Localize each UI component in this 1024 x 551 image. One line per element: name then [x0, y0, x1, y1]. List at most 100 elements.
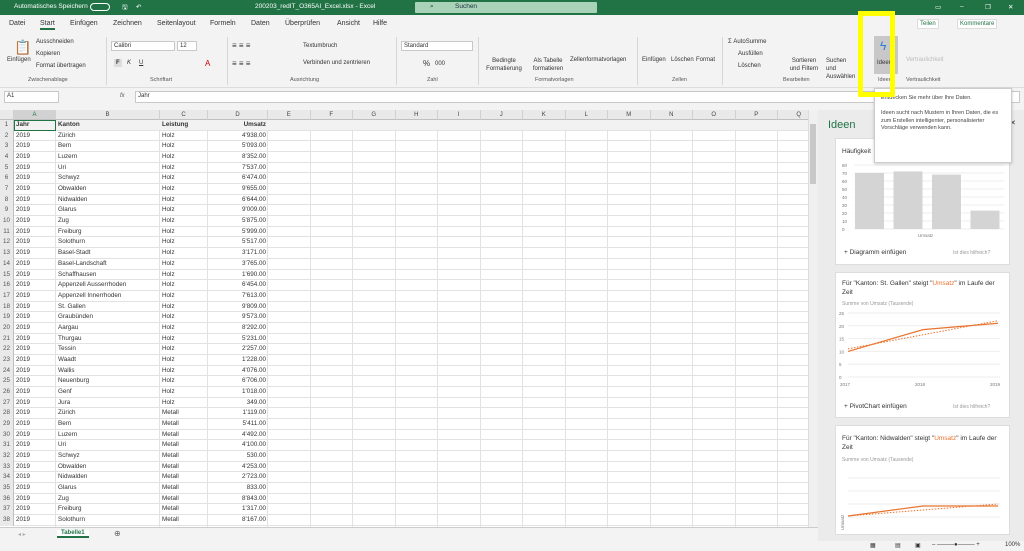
cell[interactable]: Freiburg: [58, 504, 158, 514]
column-header[interactable]: F: [310, 110, 353, 120]
column-header[interactable]: C: [160, 110, 208, 120]
cell[interactable]: Holz: [162, 248, 206, 258]
row-header[interactable]: 10: [0, 216, 14, 227]
cell[interactable]: Basel-Stadt: [58, 248, 158, 258]
cell[interactable]: 3'171.00: [210, 248, 266, 258]
column-header[interactable]: H: [395, 110, 438, 120]
row-header[interactable]: 5: [0, 162, 14, 174]
cell[interactable]: 6'706.00: [210, 376, 266, 386]
cell[interactable]: 349.00: [210, 398, 266, 408]
sensitivity-button[interactable]: Vertraulichkeit: [906, 57, 944, 63]
row-header[interactable]: 33: [0, 461, 14, 473]
cell[interactable]: Genf: [58, 387, 158, 397]
cell[interactable]: 4'492.00: [210, 430, 266, 440]
name-box[interactable]: A1: [4, 91, 59, 103]
column-header[interactable]: E: [268, 110, 311, 120]
cell[interactable]: Waadt: [58, 355, 158, 365]
percent-button[interactable]: %: [423, 59, 430, 68]
cell[interactable]: 2019: [16, 141, 54, 151]
cell[interactable]: 9'655.00: [210, 184, 266, 194]
cell[interactable]: 2019: [16, 387, 54, 397]
column-header[interactable]: Q: [778, 110, 808, 120]
row-header[interactable]: 3: [0, 141, 14, 153]
row-header[interactable]: 18: [0, 301, 14, 313]
row-header[interactable]: 16: [0, 280, 14, 291]
cell[interactable]: Holz: [162, 259, 206, 269]
cell[interactable]: Metall: [162, 472, 206, 482]
row-header[interactable]: 7: [0, 184, 14, 195]
row-header[interactable]: 27: [0, 397, 14, 409]
share-button[interactable]: Teilen: [917, 19, 939, 29]
row-header[interactable]: 24: [0, 365, 14, 377]
cell[interactable]: 2019: [16, 483, 54, 493]
cell[interactable]: 6'644.00: [210, 195, 266, 205]
cell[interactable]: Graubünden: [58, 312, 158, 322]
row-header[interactable]: 28: [0, 408, 14, 420]
bold-button[interactable]: F: [114, 59, 122, 67]
insert-pivotchart-button[interactable]: + PivotChart einfügen: [844, 402, 907, 411]
feedback-link[interactable]: Ist dies hilfreich?: [953, 250, 990, 256]
cell[interactable]: 1'228.00: [210, 355, 266, 365]
cell[interactable]: 2019: [16, 291, 54, 301]
cell[interactable]: Tessin: [58, 344, 158, 354]
cell[interactable]: Metall: [162, 515, 206, 525]
tab-zeichnen[interactable]: Zeichnen: [113, 20, 142, 27]
column-header[interactable]: O: [693, 110, 736, 120]
cell[interactable]: 2019: [16, 440, 54, 450]
tab-ansicht[interactable]: Ansicht: [337, 20, 360, 27]
cell[interactable]: 9'809.00: [210, 302, 266, 312]
cell[interactable]: Metall: [162, 451, 206, 461]
cell[interactable]: Holz: [162, 152, 206, 162]
cell[interactable]: Glarus: [58, 483, 158, 493]
fill-button[interactable]: Ausfüllen: [738, 51, 763, 57]
row-header[interactable]: 22: [0, 344, 14, 355]
cell[interactable]: 8'292.00: [210, 323, 266, 333]
italic-button[interactable]: K: [127, 60, 131, 66]
wrap-text-button[interactable]: Textumbruch: [303, 43, 337, 49]
cell[interactable]: 2019: [16, 462, 54, 472]
insert-cells-button[interactable]: Einfügen: [642, 57, 666, 63]
cell[interactable]: 2019: [16, 237, 54, 247]
cell[interactable]: Basel-Landschaft: [58, 259, 158, 269]
row-header[interactable]: 35: [0, 483, 14, 494]
cell[interactable]: 2019: [16, 248, 54, 258]
cell[interactable]: 2019: [16, 216, 54, 226]
tab-einfuegen[interactable]: Einfügen: [70, 20, 98, 27]
cell[interactable]: Holz: [162, 312, 206, 322]
align-top-icon[interactable]: ≡ ≡ ≡: [232, 41, 250, 50]
cell[interactable]: 2019: [16, 376, 54, 386]
tab-formeln[interactable]: Formeln: [210, 20, 236, 27]
close-button[interactable]: ✕: [1008, 3, 1013, 11]
tab-hilfe[interactable]: Hilfe: [373, 20, 387, 27]
cell[interactable]: 2019: [16, 515, 54, 525]
cell[interactable]: Metall: [162, 483, 206, 493]
format-painter-button[interactable]: Format übertragen: [36, 63, 86, 69]
cell[interactable]: Leistung: [162, 120, 206, 130]
cell[interactable]: Holz: [162, 344, 206, 354]
font-size-select[interactable]: 12: [177, 41, 197, 51]
row-header[interactable]: 37: [0, 504, 14, 516]
cell[interactable]: 2019: [16, 302, 54, 312]
autosave-toggle[interactable]: [90, 3, 110, 11]
row-header[interactable]: 14: [0, 258, 14, 270]
search-box[interactable]: ⌕ Suchen: [415, 2, 597, 13]
cell[interactable]: Holz: [162, 216, 206, 226]
font-name-select[interactable]: Calibri: [111, 41, 175, 51]
cell[interactable]: 8'843.00: [210, 494, 266, 504]
page-layout-icon[interactable]: ▤: [895, 542, 901, 549]
cell[interactable]: Metall: [162, 504, 206, 514]
cell[interactable]: Freiburg: [58, 227, 158, 237]
row-header[interactable]: 11: [0, 226, 14, 238]
cell[interactable]: Holz: [162, 270, 206, 280]
cell[interactable]: Uri: [58, 440, 158, 450]
spreadsheet-grid[interactable]: A B C D E F G H I J K L M N O P Q 1 Jahr Kanton Leistung Umsa…: [0, 110, 808, 527]
row-header[interactable]: 26: [0, 387, 14, 398]
cell[interactable]: Holz: [162, 376, 206, 386]
column-header[interactable]: G: [353, 110, 396, 120]
cell[interactable]: Holz: [162, 237, 206, 247]
cell[interactable]: Zug: [58, 216, 158, 226]
cell[interactable]: Metall: [162, 419, 206, 429]
cell[interactable]: Umsatz: [210, 120, 266, 130]
merge-center-button[interactable]: Verbinden und zentrieren: [303, 60, 370, 66]
cell[interactable]: Holz: [162, 398, 206, 408]
